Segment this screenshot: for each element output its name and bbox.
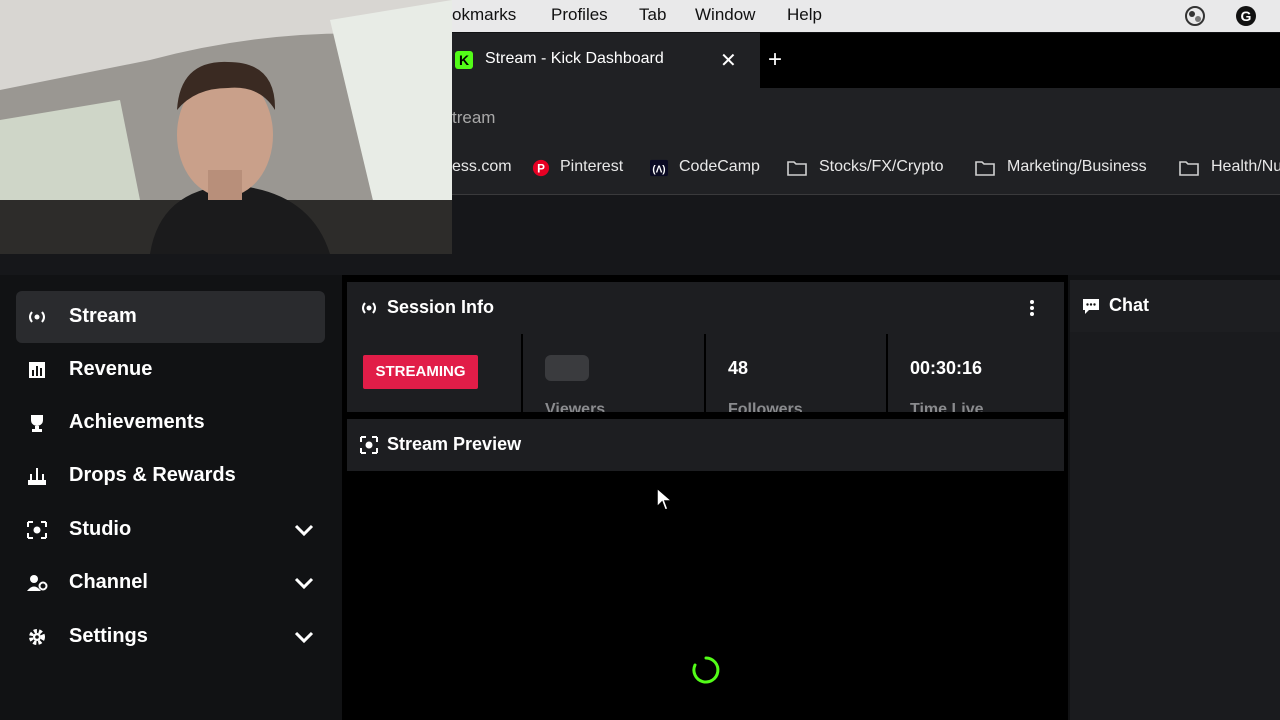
sidebar-item-channel[interactable]: Channel <box>16 557 325 609</box>
chat-messages[interactable] <box>1070 332 1280 720</box>
session-info-title: Session Info <box>387 297 495 317</box>
revenue-icon <box>29 362 45 378</box>
viewers-label: Viewers <box>545 401 606 412</box>
webcam-video-image <box>0 0 452 254</box>
menu-profiles[interactable]: Profiles <box>551 5 608 25</box>
studio-icon <box>27 521 47 539</box>
sidebar-item-label: Achievements <box>69 411 205 433</box>
viewers-loading-skeleton <box>545 355 589 381</box>
stream-icon <box>29 311 45 323</box>
more-options-icon[interactable] <box>1027 298 1037 318</box>
bookmark-item[interactable]: Stocks/FX/Crypto <box>819 158 943 176</box>
sidebar-item-drops[interactable]: Drops & Rewards <box>16 450 325 502</box>
sidebar-item-label: Revenue <box>69 358 153 380</box>
followers-label: Followers <box>728 401 803 412</box>
sidebar-item-label: Drops & Rewards <box>69 464 236 486</box>
bookmark-item[interactable]: Marketing/Business <box>1007 158 1147 176</box>
chat-title: Chat <box>1109 295 1149 315</box>
chevron-down-icon[interactable] <box>293 573 315 593</box>
stream-preview-title: Stream Preview <box>387 434 522 454</box>
channel-icon <box>27 575 48 591</box>
loading-spinner-icon <box>692 656 720 684</box>
tab-title: Stream - Kick Dashboard <box>485 50 664 67</box>
time-live-label: Time Live <box>910 401 984 412</box>
menu-window[interactable]: Window <box>695 5 755 25</box>
freecodecamp-icon: (Λ) <box>650 159 668 177</box>
url-text[interactable]: tream <box>452 108 495 128</box>
folder-icon <box>975 161 995 176</box>
sidebar-item-label: Studio <box>69 518 132 540</box>
sidebar-item-achievements[interactable]: Achievements <box>16 397 325 449</box>
gear-icon <box>29 629 45 645</box>
sidebar-item-label: Settings <box>69 625 148 647</box>
chat-bubble-icon <box>1083 299 1099 314</box>
stream-preview-header: Stream Preview <box>347 419 1064 471</box>
mouse-cursor-icon <box>656 487 674 511</box>
svg-text:P: P <box>537 163 545 176</box>
folder-icon <box>1179 161 1199 176</box>
chat-header: Chat <box>1070 280 1280 332</box>
main-content: Session Info STREAMING Viewers 48 Follow… <box>342 275 1068 720</box>
sidebar-item-studio[interactable]: Studio <box>16 504 325 556</box>
trophy-icon <box>31 415 43 432</box>
stream-preview-player[interactable] <box>347 471 1064 720</box>
menu-bookmarks[interactable]: okmarks <box>452 5 516 25</box>
pinterest-icon: P <box>532 159 550 177</box>
webcam-overlay <box>0 0 452 254</box>
chevron-down-icon[interactable] <box>293 627 315 647</box>
menu-help[interactable]: Help <box>787 5 822 25</box>
session-info-header: Session Info <box>347 282 1064 334</box>
time-live-cell: 00:30:16 Time Live <box>886 334 1064 412</box>
status-cell: STREAMING <box>347 334 521 412</box>
followers-cell: 48 Followers <box>704 334 886 412</box>
sidebar-item-label: Channel <box>69 571 148 593</box>
drops-icon <box>28 468 46 485</box>
sidebar-item-label: Stream <box>69 305 137 327</box>
sidebar: Stream Revenue Achievements Drops & Rewa… <box>0 275 342 720</box>
bookmark-item[interactable]: Pinterest <box>560 158 623 176</box>
menu-tab[interactable]: Tab <box>639 5 666 25</box>
followers-value: 48 <box>728 358 749 378</box>
tab-close-icon[interactable]: ✕ <box>720 48 737 73</box>
viewers-cell: Viewers <box>521 334 704 412</box>
tray-app-icon[interactable] <box>1184 5 1206 27</box>
preview-icon <box>360 436 378 454</box>
bookmark-item[interactable]: Health/Nu <box>1211 158 1280 176</box>
chevron-down-icon[interactable] <box>293 520 315 540</box>
chat-panel: Chat <box>1068 275 1280 720</box>
browser-tab-active[interactable]: K Stream - Kick Dashboard ✕ <box>452 33 760 88</box>
sidebar-item-settings[interactable]: Settings <box>16 611 325 663</box>
svg-text:(Λ): (Λ) <box>652 165 665 176</box>
bookmark-item[interactable]: ess.com <box>452 158 512 176</box>
sidebar-item-revenue[interactable]: Revenue <box>16 344 325 396</box>
kick-favicon-icon: K <box>455 51 473 69</box>
broadcast-icon <box>362 302 376 314</box>
new-tab-button[interactable]: + <box>768 46 782 74</box>
svg-text:G: G <box>1241 8 1252 24</box>
bookmark-item[interactable]: CodeCamp <box>679 158 760 176</box>
sidebar-item-stream[interactable]: Stream <box>16 291 325 343</box>
time-live-value: 00:30:16 <box>910 358 983 378</box>
grammarly-icon[interactable]: G <box>1235 5 1257 27</box>
folder-icon <box>787 161 807 176</box>
status-badge: STREAMING <box>363 355 478 389</box>
session-stats: STREAMING Viewers 48 Followers 00:30:16 … <box>347 334 1064 412</box>
